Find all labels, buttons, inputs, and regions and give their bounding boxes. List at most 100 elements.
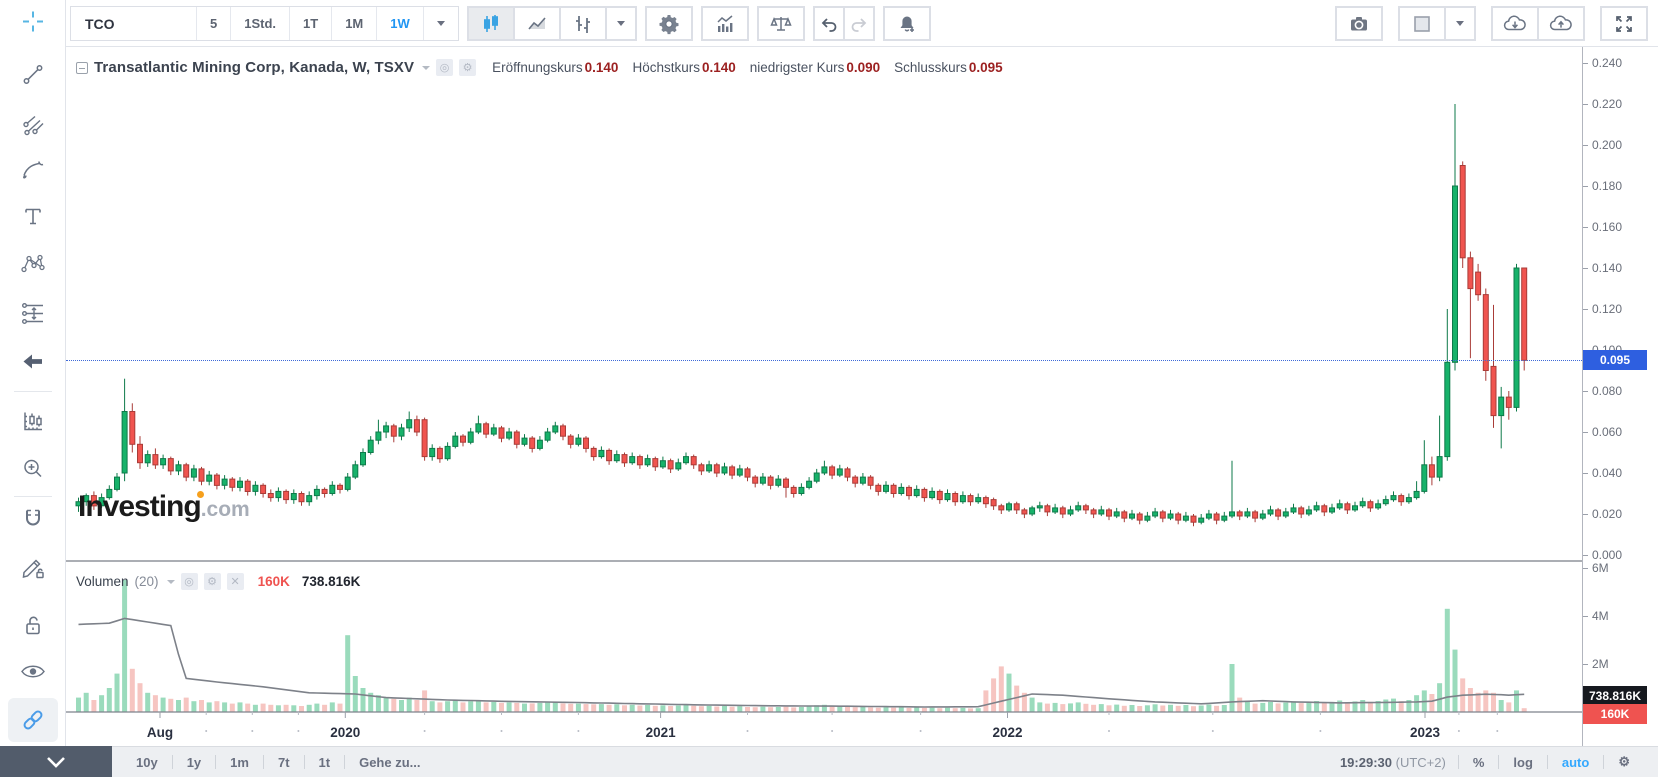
snapshot-group bbox=[1335, 6, 1383, 41]
back-arrow-tool[interactable] bbox=[21, 351, 45, 378]
divider bbox=[303, 755, 305, 769]
chevron-down-icon bbox=[436, 21, 445, 26]
divider bbox=[344, 755, 346, 769]
indicators-icon bbox=[717, 14, 733, 32]
range-1y-button[interactable]: 1y bbox=[175, 753, 213, 772]
chevron-down-icon bbox=[47, 756, 65, 768]
chart-region: Aug 2020 2021 2022 2023 Investing.com Transa… bbox=[66, 47, 1658, 746]
magnet-tool[interactable] bbox=[21, 507, 45, 536]
last-price-line bbox=[66, 360, 1582, 361]
price-tick-mark bbox=[1583, 514, 1588, 515]
link-charts-button[interactable] bbox=[8, 698, 58, 742]
symbol-input[interactable]: TCO bbox=[71, 7, 197, 40]
interval-1hour[interactable]: 1Std. bbox=[231, 7, 291, 40]
volume-remove-icon[interactable]: ✕ bbox=[226, 573, 244, 590]
open-value: 0.140 bbox=[584, 60, 619, 75]
magnet-icon bbox=[26, 509, 40, 526]
compare-group bbox=[756, 6, 805, 41]
alert-bell-icon bbox=[900, 16, 914, 32]
line-chart-button[interactable] bbox=[513, 7, 560, 40]
camera-snapshot-button[interactable] bbox=[1336, 7, 1382, 40]
volume-ma-badge: 738.816K bbox=[1583, 686, 1647, 706]
svg-text:2020: 2020 bbox=[330, 725, 360, 740]
trend-line-tool[interactable] bbox=[21, 63, 45, 92]
hide-all-tool[interactable] bbox=[20, 662, 46, 687]
svg-text:Aug: Aug bbox=[147, 725, 173, 740]
volume-tick-label: 4M bbox=[1592, 609, 1609, 623]
chart-plot-area[interactable]: Aug 2020 2021 2022 2023 bbox=[66, 47, 1582, 746]
measure-tool[interactable] bbox=[20, 409, 46, 440]
interval-1week[interactable]: 1W bbox=[377, 7, 424, 40]
gann-fib-tool[interactable] bbox=[20, 113, 46, 144]
zoom-in-tool[interactable] bbox=[21, 457, 45, 486]
price-axis[interactable]: 0.2400.2200.2000.1800.1600.1400.1200.100… bbox=[1582, 47, 1658, 746]
volume-settings-icon[interactable]: ⚙ bbox=[203, 573, 221, 590]
crosshair-tool[interactable] bbox=[21, 10, 45, 39]
last-price-badge: 0.095 bbox=[1583, 350, 1647, 370]
chart-settings-button[interactable] bbox=[645, 7, 692, 40]
volume-indicator-name[interactable]: Volumen bbox=[76, 574, 129, 589]
auto-scale-button[interactable]: auto bbox=[1550, 753, 1601, 772]
percent-scale-button[interactable]: % bbox=[1461, 753, 1497, 772]
save-layout-button[interactable] bbox=[1538, 7, 1584, 40]
instrument-title[interactable]: Transatlantic Mining Corp, Kanada, W, TS… bbox=[94, 59, 414, 76]
volume-tick-label: 2M bbox=[1592, 657, 1609, 671]
text-icon bbox=[25, 208, 41, 225]
load-layout-button[interactable] bbox=[1492, 7, 1538, 40]
layout-select-button[interactable] bbox=[1399, 7, 1445, 40]
xabcd-pattern-tool[interactable] bbox=[20, 253, 46, 282]
clock-display[interactable]: 19:29:30 (UTC+2) bbox=[1330, 755, 1456, 770]
text-tool[interactable] bbox=[21, 205, 45, 234]
compare-button[interactable] bbox=[757, 7, 804, 40]
bottom-toolbar: 10y 1y 1m 7t 1t Gehe zu... 19:29:30 (UTC… bbox=[0, 746, 1658, 777]
fullscreen-button[interactable] bbox=[1601, 7, 1647, 40]
chevron-down-icon bbox=[166, 579, 175, 584]
interval-5min[interactable]: 5 bbox=[197, 7, 232, 40]
range-1m-button[interactable]: 1m bbox=[218, 753, 261, 772]
range-10y-button[interactable]: 10y bbox=[124, 753, 170, 772]
volume-tick-mark bbox=[1583, 568, 1588, 569]
goto-date-button[interactable]: Gehe zu... bbox=[347, 753, 432, 772]
volume-current-value: 160K bbox=[257, 574, 290, 589]
price-tick-mark bbox=[1583, 104, 1588, 105]
price-tick-label: 0.200 bbox=[1592, 138, 1623, 152]
crosshair-icon bbox=[23, 11, 43, 32]
candlestick-chart-button[interactable] bbox=[467, 7, 514, 40]
legend-settings-icon[interactable]: ⚙ bbox=[459, 59, 477, 76]
interval-1day[interactable]: 1T bbox=[290, 7, 333, 40]
divider bbox=[215, 755, 217, 769]
indicators-group bbox=[700, 6, 749, 41]
collapse-drawing-bar-button[interactable] bbox=[0, 746, 112, 777]
measure-icon bbox=[24, 412, 42, 431]
low-field: niedrigster Kurs 0.090 bbox=[749, 60, 881, 75]
layout-dropdown[interactable] bbox=[1445, 7, 1475, 40]
log-scale-button[interactable]: log bbox=[1501, 753, 1545, 772]
undo-button[interactable] bbox=[813, 7, 844, 40]
interval-1month[interactable]: 1M bbox=[332, 7, 378, 40]
forecast-tool[interactable] bbox=[20, 301, 46, 332]
volume-visibility-icon[interactable]: ◎ bbox=[180, 573, 198, 590]
interval-dropdown[interactable] bbox=[423, 7, 458, 40]
chevron-down-icon bbox=[616, 21, 625, 26]
chart-type-group bbox=[466, 6, 637, 41]
redo-button[interactable] bbox=[843, 7, 874, 40]
link-icon bbox=[23, 710, 43, 730]
volume-legend: Volumen (20) ◎ ⚙ ✕ 160K 738.816K bbox=[76, 573, 360, 590]
brush-tool[interactable] bbox=[20, 158, 46, 187]
scale-settings-button[interactable]: ⚙ bbox=[1606, 752, 1642, 772]
legend-visibility-icon[interactable]: ◎ bbox=[436, 59, 454, 76]
ohlc-bars-button[interactable] bbox=[559, 7, 606, 40]
range-1t-button[interactable]: 1t bbox=[307, 753, 343, 772]
price-tick-mark bbox=[1583, 268, 1588, 269]
legend-collapse-icon[interactable] bbox=[76, 61, 88, 74]
drawing-lock-tool[interactable] bbox=[20, 555, 46, 586]
lock-all-tool[interactable] bbox=[21, 614, 45, 643]
volume-tick-mark bbox=[1583, 616, 1588, 617]
range-7t-button[interactable]: 7t bbox=[266, 753, 302, 772]
add-alert-button[interactable] bbox=[883, 7, 930, 40]
chart-style-dropdown[interactable] bbox=[605, 7, 636, 40]
indicators-button[interactable] bbox=[701, 7, 748, 40]
watermark-logo: Investing.com bbox=[78, 490, 250, 524]
range-buttons: 10y 1y 1m 7t 1t Gehe zu... bbox=[124, 753, 433, 772]
price-tick-label: 0.080 bbox=[1592, 384, 1623, 398]
